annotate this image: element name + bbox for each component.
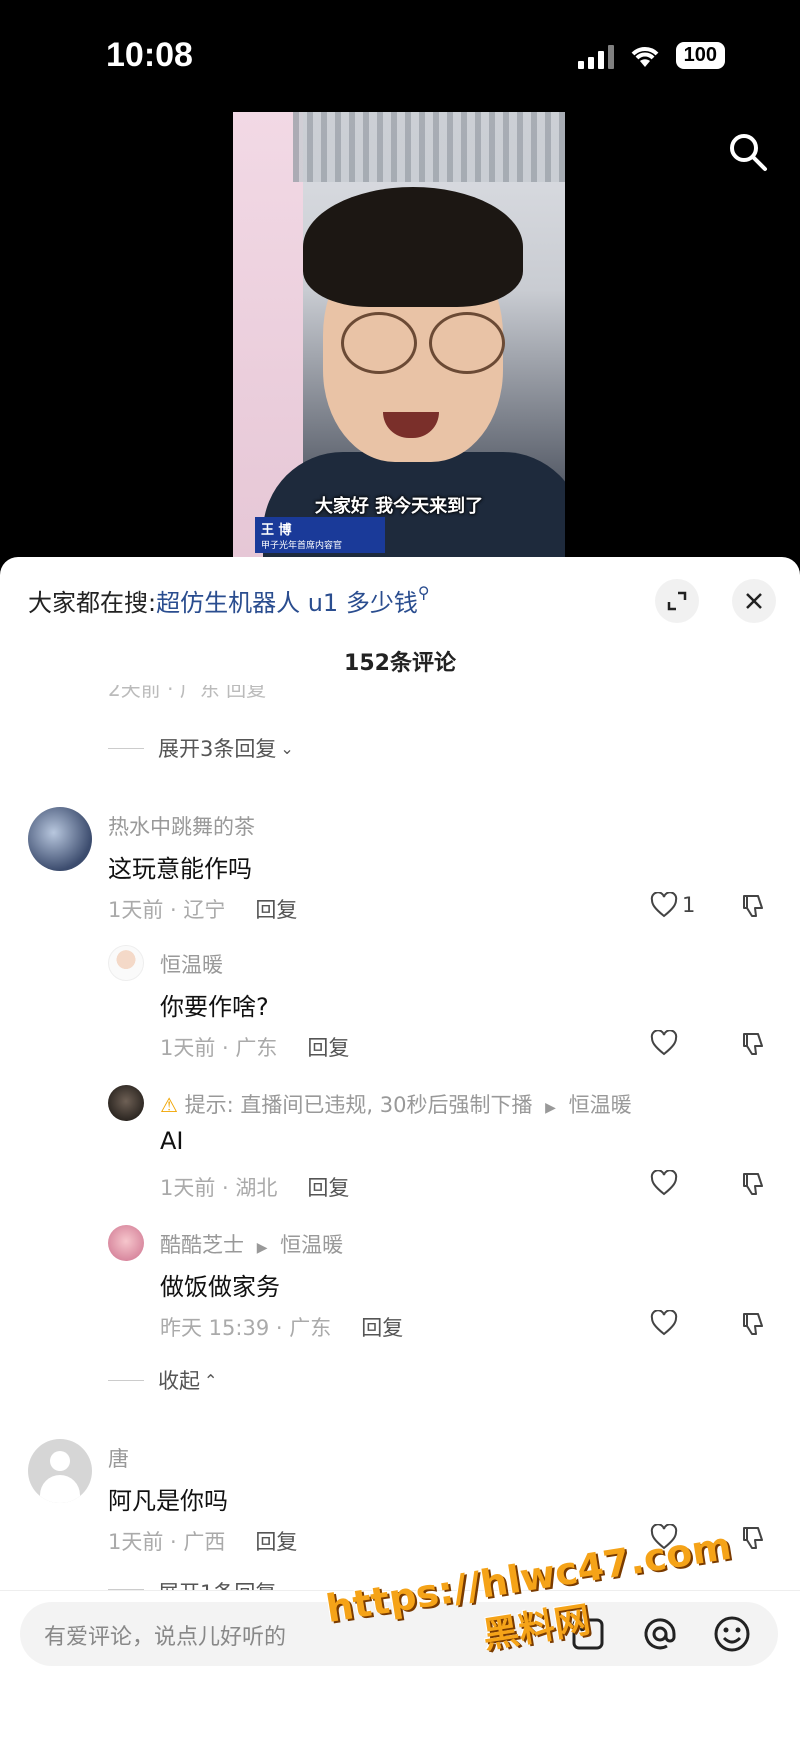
divider bbox=[108, 1379, 144, 1381]
close-icon bbox=[746, 593, 762, 609]
reply-time: 1天前 · 广东 bbox=[160, 1036, 278, 1060]
collapse-replies[interactable]: 收起 ⌃ bbox=[108, 1365, 217, 1395]
avatar[interactable] bbox=[108, 945, 144, 981]
comment-meta: 1天前 · 辽宁 回复 bbox=[108, 894, 297, 924]
expand-button[interactable] bbox=[655, 579, 699, 623]
reply-meta: 昨天 15:39 · 广东 回复 bbox=[160, 1312, 403, 1342]
comment-text: 这玩意能作吗 bbox=[108, 855, 252, 883]
avatar[interactable] bbox=[108, 1085, 144, 1121]
heart-icon bbox=[650, 1310, 678, 1336]
signal-icon bbox=[577, 43, 614, 69]
reply-button[interactable]: 回复 bbox=[307, 1176, 349, 1200]
avatar[interactable] bbox=[28, 807, 92, 871]
reply-text: 做饭做家务 bbox=[160, 1273, 280, 1301]
status-time: 10:08 bbox=[106, 36, 193, 74]
reply-username[interactable]: ⚠ 提示: 直播间已违规, 30秒后强制下播 ▶ 恒温暖 bbox=[160, 1089, 632, 1119]
avatar[interactable] bbox=[108, 1225, 144, 1261]
reply-time: 昨天 15:39 · 广东 bbox=[160, 1316, 332, 1340]
reply-button[interactable]: 回复 bbox=[361, 1316, 403, 1340]
video-player[interactable]: 大家好 我今天来到了 王 博 甲子光年首席内容官 bbox=[233, 112, 565, 557]
comment-input-placeholder[interactable]: 有爱评论，说点儿好听的 bbox=[44, 1619, 286, 1651]
comment-time: 1天前 · 辽宁 bbox=[108, 898, 226, 922]
chevron-down-icon: ⌄ bbox=[280, 738, 294, 758]
dislike-icon[interactable] bbox=[738, 1170, 766, 1198]
expand-replies-label: 展开1条回复 bbox=[158, 1577, 276, 1591]
clipped-comment-meta: 2天前 · 广东 回复 bbox=[108, 685, 768, 701]
status-icons: 100 bbox=[577, 42, 725, 69]
comment-username[interactable]: 热水中跳舞的茶 bbox=[108, 811, 255, 841]
chevron-up-icon: ⌃ bbox=[204, 1370, 218, 1390]
status-bar: 10:08 100 bbox=[0, 0, 800, 110]
expand-replies-top[interactable]: 展开3条回复 ⌄ bbox=[108, 733, 294, 763]
wifi-icon bbox=[631, 46, 659, 67]
reply-user-text: 提示: 直播间已违规, 30秒后强制下播 bbox=[184, 1093, 533, 1117]
dislike-icon[interactable] bbox=[738, 1524, 766, 1552]
default-avatar-body bbox=[40, 1475, 80, 1503]
search-icon[interactable] bbox=[726, 130, 770, 174]
video-ceiling bbox=[293, 112, 565, 182]
comment-username[interactable]: 唐 bbox=[108, 1443, 129, 1473]
reply-button[interactable]: 回复 bbox=[255, 1530, 297, 1554]
heart-icon bbox=[650, 1170, 678, 1196]
trending-search-prefix: 大家都在搜: bbox=[28, 589, 157, 617]
divider bbox=[108, 747, 144, 749]
reply-time: 1天前 · 湖北 bbox=[160, 1176, 278, 1200]
reply-username[interactable]: 恒温暖 bbox=[160, 949, 223, 979]
reply-meta: 1天前 · 湖北 回复 bbox=[160, 1172, 349, 1202]
comment-count: 152条评论 bbox=[344, 651, 456, 676]
reply-user-text: 酷酷芝士 bbox=[160, 1233, 244, 1257]
comment-text: 阿凡是你吗 bbox=[108, 1487, 228, 1515]
like-button[interactable] bbox=[650, 1310, 678, 1336]
reply-text: AI bbox=[160, 1127, 184, 1155]
small-search-icon: ⚲ bbox=[417, 583, 430, 602]
battery-indicator: 100 bbox=[675, 42, 725, 69]
dislike-icon[interactable] bbox=[738, 1030, 766, 1058]
avatar[interactable] bbox=[28, 1439, 92, 1503]
name-tag-name: 王 博 bbox=[261, 523, 292, 538]
comment-time: 1天前 · 广西 bbox=[108, 1530, 226, 1554]
video-person-hair bbox=[303, 187, 523, 307]
reply-to-user[interactable]: 恒温暖 bbox=[569, 1093, 632, 1117]
reply-arrow-icon: ▶ bbox=[256, 1240, 268, 1256]
expand-replies-label: 展开3条回复 bbox=[158, 737, 277, 761]
reply-username[interactable]: 酷酷芝士 ▶ 恒温暖 bbox=[160, 1229, 343, 1259]
dislike-icon[interactable] bbox=[738, 1310, 766, 1338]
dislike-icon[interactable] bbox=[738, 892, 766, 920]
close-button[interactable] bbox=[732, 579, 776, 623]
like-button[interactable] bbox=[650, 1030, 678, 1056]
default-avatar-head bbox=[50, 1451, 70, 1471]
like-button[interactable] bbox=[650, 1170, 678, 1196]
video-subtitle: 大家好 我今天来到了 bbox=[314, 496, 484, 517]
warning-icon: ⚠ bbox=[160, 1093, 178, 1117]
video-name-tag: 王 博 甲子光年首席内容官 bbox=[255, 517, 385, 553]
heart-icon bbox=[650, 892, 678, 918]
expand-icon bbox=[667, 591, 687, 611]
collapse-label: 收起 bbox=[158, 1369, 200, 1393]
expand-replies-bottom[interactable]: 展开1条回复 bbox=[108, 1577, 276, 1591]
heart-icon bbox=[650, 1030, 678, 1056]
reply-to-user[interactable]: 恒温暖 bbox=[280, 1233, 343, 1257]
trending-search-query[interactable]: 超仿生机器人 u1 多少钱 bbox=[156, 589, 418, 617]
name-tag-role: 甲子光年首席内容官 bbox=[261, 541, 343, 551]
like-button[interactable]: 1 bbox=[650, 892, 695, 918]
video-glasses-right bbox=[429, 312, 505, 374]
reply-button[interactable]: 回复 bbox=[255, 898, 297, 922]
comment-meta: 1天前 · 广西 回复 bbox=[108, 1526, 297, 1556]
trending-search[interactable]: 大家都在搜:超仿生机器人 u1 多少钱⚲ bbox=[28, 583, 430, 618]
reply-arrow-icon: ▶ bbox=[545, 1100, 556, 1116]
video-glasses-left bbox=[341, 312, 417, 374]
reply-meta: 1天前 · 广东 回复 bbox=[160, 1032, 349, 1062]
like-count: 1 bbox=[682, 893, 696, 917]
reply-text: 你要作啥? bbox=[160, 993, 269, 1021]
reply-button[interactable]: 回复 bbox=[307, 1036, 349, 1060]
clipped-meta-text: 2天前 · 广东 回复 bbox=[108, 685, 267, 701]
